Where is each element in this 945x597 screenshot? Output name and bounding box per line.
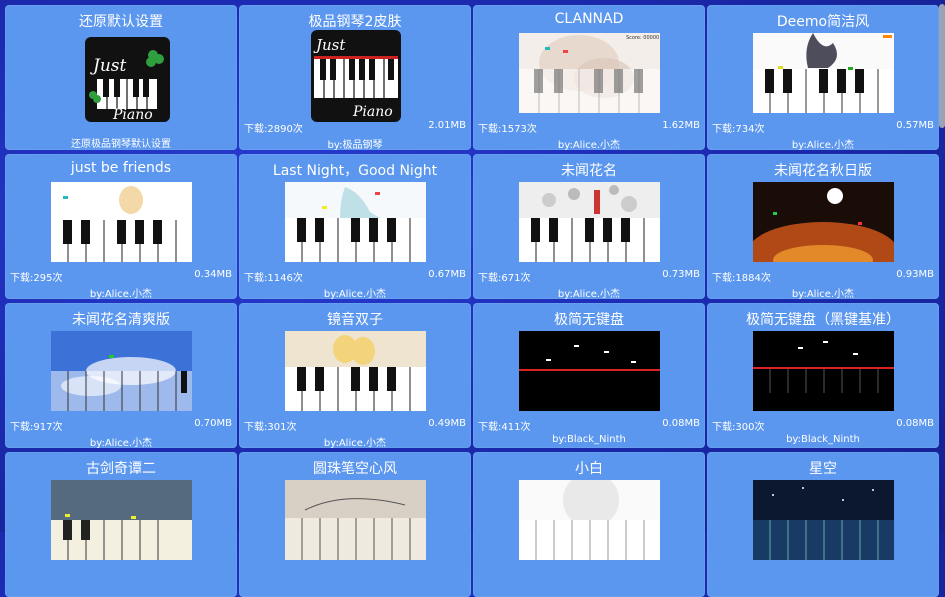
- download-count: 下载:1573次: [478, 124, 537, 135]
- skin-title: 未闻花名: [561, 163, 617, 179]
- skin-title: Last Night，Good Night: [272, 163, 438, 179]
- skin-author: by:极品钢琴: [327, 140, 383, 150]
- skin-card-default-reset[interactable]: 还原默认设置 Just Piano 还原极品钢琴默认设置: [5, 5, 237, 150]
- download-count: 下载:411次: [478, 422, 531, 433]
- skin-title: 未闻花名清爽版: [72, 312, 170, 328]
- skin-card-anohana[interactable]: 未闻花名 下载:671次 0.73MB by:Alice.小杰: [473, 154, 705, 299]
- logo-just-text: Just: [90, 56, 126, 76]
- skin-card-deemo[interactable]: Deemo简洁风 下载:734次 0.57MB by:Alice.小杰: [707, 5, 939, 150]
- file-size: 0.93MB: [896, 269, 934, 280]
- skin-author: by:Black_Ninth: [786, 434, 860, 445]
- skin-card-just-be-friends[interactable]: just be friends 下载:295次 0.34MB by:Alice.…: [5, 154, 237, 299]
- file-size: 0.70MB: [194, 418, 232, 429]
- skin-author: 还原极品钢琴默认设置: [71, 139, 171, 150]
- skin-title: 极简无键盘: [554, 312, 624, 328]
- skin-author: by:Alice.小杰: [89, 438, 153, 448]
- score-text: Score: 00000: [626, 35, 659, 41]
- skin-card-starry-sky[interactable]: 星空: [707, 452, 939, 597]
- file-size: 0.57MB: [896, 120, 934, 131]
- skin-title: 未闻花名秋日版: [774, 163, 872, 179]
- skin-title: just be friends: [70, 160, 172, 176]
- skin-card-minimal-nokeys[interactable]: 极简无键盘 下载:411次 0.08MB by:Black_Ninth: [473, 303, 705, 448]
- skin-title: 古剑奇谭二: [86, 461, 156, 477]
- skin-author: by:Alice.小杰: [323, 438, 387, 448]
- skin-card-anohana-fresh[interactable]: 未闻花名清爽版 下载:917次 0.70MB by:Alice.小杰: [5, 303, 237, 448]
- skin-title: 圆珠笔空心风: [313, 461, 397, 477]
- skin-author: by:Alice.小杰: [791, 289, 855, 299]
- skin-preview: [519, 480, 660, 560]
- skin-card-kagamine[interactable]: 镜音双子 下载:301次 0.49MB by:Alice.小杰: [239, 303, 471, 448]
- skin-preview: [753, 33, 894, 113]
- skin-preview: [285, 480, 426, 560]
- piano-logo: Just Piano: [311, 30, 401, 122]
- download-count: 下载:671次: [478, 273, 531, 284]
- skin-preview: [519, 182, 660, 262]
- skin-title: 极品钢琴2皮肤: [308, 14, 402, 30]
- skin-title: 小白: [575, 461, 603, 477]
- logo-piano-text: Piano: [112, 107, 153, 122]
- skin-author: by:Alice.小杰: [323, 289, 387, 299]
- download-count: 下载:734次: [712, 124, 765, 135]
- file-size: 0.08MB: [662, 418, 700, 429]
- skin-preview: [51, 331, 192, 411]
- download-count: 下载:300次: [712, 422, 765, 433]
- skin-title: 镜音双子: [327, 312, 383, 328]
- skin-title: 极简无键盘（黑键基准）: [746, 312, 900, 328]
- skin-title: CLANNAD: [554, 11, 624, 27]
- skin-preview: [51, 480, 192, 560]
- scrollbar[interactable]: [939, 4, 945, 128]
- skin-author: by:Alice.小杰: [791, 140, 855, 150]
- skin-author: by:Alice.小杰: [89, 289, 153, 299]
- skin-card-premium2[interactable]: 极品钢琴2皮肤 Just Piano 下载:2890次 2.01MB by:极品…: [239, 5, 471, 150]
- skin-author: by:Black_Ninth: [552, 434, 626, 445]
- skin-grid: 还原默认设置 Just Piano 还原极品钢琴默认设置 极品钢琴2皮肤 Jus…: [0, 0, 945, 597]
- skin-card-gujian2[interactable]: 古剑奇谭二: [5, 452, 237, 597]
- file-size: 1.62MB: [662, 120, 700, 131]
- skin-title: 星空: [809, 461, 837, 477]
- skin-author: by:Alice.小杰: [557, 289, 621, 299]
- skin-preview: [285, 331, 426, 411]
- download-count: 下载:1146次: [244, 273, 303, 284]
- skin-card-xiaobai[interactable]: 小白: [473, 452, 705, 597]
- piano-logo: Just Piano: [85, 37, 170, 122]
- skin-preview: [753, 480, 894, 560]
- logo-piano-text: Piano: [352, 104, 393, 120]
- download-count: 下载:2890次: [244, 124, 303, 135]
- skin-title: 还原默认设置: [79, 14, 163, 30]
- logo-just-text: Just: [313, 36, 346, 54]
- skin-preview: [285, 182, 426, 262]
- download-count: 下载:301次: [244, 422, 297, 433]
- skin-card-last-night[interactable]: Last Night，Good Night 下载:1146次 0.67MB by…: [239, 154, 471, 299]
- skin-preview: [519, 331, 660, 411]
- file-size: 2.01MB: [428, 120, 466, 131]
- file-size: 0.08MB: [896, 418, 934, 429]
- skin-card-minimal-blackkey[interactable]: 极简无键盘（黑键基准） 下载:300次 0.08MB by:Black_Nint…: [707, 303, 939, 448]
- file-size: 0.34MB: [194, 269, 232, 280]
- skin-card-anohana-autumn[interactable]: 未闻花名秋日版 下载:1884次 0.93MB by:Alice.小杰: [707, 154, 939, 299]
- file-size: 0.49MB: [428, 418, 466, 429]
- skin-preview: [51, 182, 192, 262]
- file-size: 0.67MB: [428, 269, 466, 280]
- download-count: 下载:917次: [10, 422, 63, 433]
- skin-preview: Score: 00000: [519, 33, 660, 113]
- download-count: 下载:1884次: [712, 273, 771, 284]
- skin-author: by:Alice.小杰: [557, 140, 621, 150]
- file-size: 0.73MB: [662, 269, 700, 280]
- skin-card-ballpoint[interactable]: 圆珠笔空心风: [239, 452, 471, 597]
- skin-preview: [753, 331, 894, 411]
- skin-card-clannad[interactable]: CLANNAD Score: 00000 下载:1573次 1.62MB by:…: [473, 5, 705, 150]
- download-count: 下载:295次: [10, 273, 63, 284]
- skin-title: Deemo简洁风: [776, 14, 870, 30]
- skin-preview: [753, 182, 894, 262]
